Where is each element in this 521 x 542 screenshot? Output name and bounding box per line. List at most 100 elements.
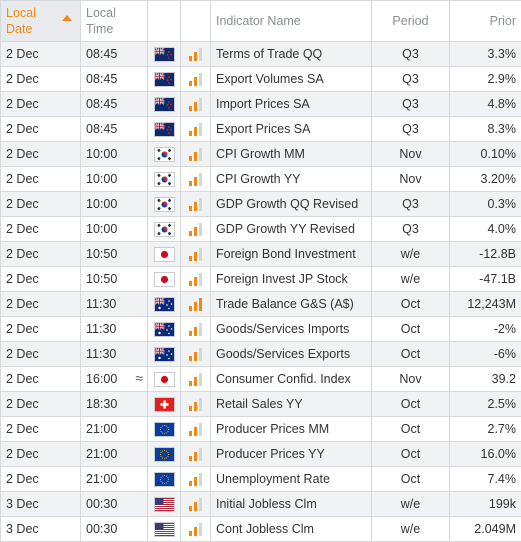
importance-bar	[194, 77, 197, 86]
indicator-name-cell[interactable]: Unemployment Rate	[211, 467, 372, 492]
local-date-column-header[interactable]: Local Date	[1, 1, 81, 42]
indicator-name-cell[interactable]: Foreign Invest JP Stock	[211, 267, 372, 292]
table-row[interactable]: 2 Dec10:50Foreign Invest JP Stockw/e-47.…	[1, 267, 521, 292]
period-cell: Nov	[372, 367, 450, 392]
table-row[interactable]: 2 Dec08:45Export Volumes SAQ32.9%	[1, 67, 521, 92]
local-time-value: 10:00	[86, 222, 117, 236]
new-zealand-flag	[155, 73, 174, 86]
south-korea-flag	[155, 148, 174, 161]
indicator-name-cell[interactable]: Terms of Trade QQ	[211, 42, 372, 67]
prior-cell: 16.0%	[450, 442, 521, 467]
indicator-name-cell[interactable]: Retail Sales YY	[211, 392, 372, 417]
indicator-name-cell[interactable]: Trade Balance G&S (A$)	[211, 292, 372, 317]
importance-cell	[181, 517, 211, 542]
table-row[interactable]: 2 Dec11:30Trade Balance G&S (A$)Oct12,24…	[1, 292, 521, 317]
country-cell	[148, 217, 181, 242]
indicator-name-cell[interactable]: Goods/Services Imports	[211, 317, 372, 342]
period-cell: w/e	[372, 492, 450, 517]
table-row[interactable]: 2 Dec21:00Producer Prices YYOct16.0%	[1, 442, 521, 467]
indicator-name-cell[interactable]: GDP Growth QQ Revised	[211, 192, 372, 217]
table-row[interactable]: 2 Dec10:00CPI Growth MMNov0.10%	[1, 142, 521, 167]
importance-bar	[194, 327, 197, 336]
table-row[interactable]: 2 Dec08:45Export Prices SAQ38.3%	[1, 117, 521, 142]
table-row[interactable]: 2 Dec10:50Foreign Bond Investmentw/e-12.…	[1, 242, 521, 267]
importance-bar	[194, 52, 197, 61]
local-date-cell: 2 Dec	[1, 67, 81, 92]
prior-cell: 39.2	[450, 367, 521, 392]
indicator-name-cell[interactable]: Producer Prices MM	[211, 417, 372, 442]
table-row[interactable]: 3 Dec00:30Cont Jobless Clmw/e2.049M	[1, 517, 521, 542]
local-time-value: 21:00	[86, 422, 117, 436]
prior-column-header[interactable]: Prior	[450, 1, 521, 42]
indicator-name-cell[interactable]: CPI Growth YY	[211, 167, 372, 192]
indicator-name-cell[interactable]: Initial Jobless Clm	[211, 492, 372, 517]
local-time-value: 10:00	[86, 172, 117, 186]
indicator-name-cell[interactable]: GDP Growth YY Revised	[211, 217, 372, 242]
local-date-cell: 2 Dec	[1, 142, 81, 167]
signal-bars-icon	[189, 472, 202, 486]
prior-cell: 2.9%	[450, 67, 521, 92]
local-date-cell: 2 Dec	[1, 167, 81, 192]
prior-cell: -47.1B	[450, 267, 521, 292]
indicator-name-cell[interactable]: Export Prices SA	[211, 117, 372, 142]
importance-bar	[199, 523, 202, 536]
indicator-name-cell[interactable]: Import Prices SA	[211, 92, 372, 117]
new-zealand-flag	[155, 98, 174, 111]
importance-bar	[194, 102, 197, 111]
prior-cell: -6%	[450, 342, 521, 367]
importance-bar	[199, 373, 202, 386]
local-time-cell: 10:00	[81, 167, 148, 192]
indicator-name-cell[interactable]: Cont Jobless Clm	[211, 517, 372, 542]
prior-cell: 4.0%	[450, 217, 521, 242]
table-row[interactable]: 2 Dec10:00CPI Growth YYNov3.20%	[1, 167, 521, 192]
period-cell: Oct	[372, 392, 450, 417]
indicator-name-column-header[interactable]: Indicator Name	[211, 1, 372, 42]
local-date-cell: 2 Dec	[1, 192, 81, 217]
importance-cell	[181, 442, 211, 467]
local-time-value: 08:45	[86, 47, 117, 61]
signal-bars-icon	[189, 497, 202, 511]
importance-bar	[199, 198, 202, 211]
eurozone-flag	[155, 448, 174, 461]
period-column-header[interactable]: Period	[372, 1, 450, 42]
table-row[interactable]: 2 Dec21:00Producer Prices MMOct2.7%	[1, 417, 521, 442]
table-row[interactable]: 2 Dec11:30Goods/Services ExportsOct-6%	[1, 342, 521, 367]
indicator-name-cell[interactable]: Foreign Bond Investment	[211, 242, 372, 267]
local-date-cell: 2 Dec	[1, 342, 81, 367]
period-cell: Nov	[372, 167, 450, 192]
indicator-name-cell[interactable]: Producer Prices YY	[211, 442, 372, 467]
prior-cell: 3.3%	[450, 42, 521, 67]
table-row[interactable]: 2 Dec08:45Import Prices SAQ34.8%	[1, 92, 521, 117]
table-row[interactable]: 2 Dec10:00GDP Growth YY RevisedQ34.0%	[1, 217, 521, 242]
local-date-cell: 2 Dec	[1, 317, 81, 342]
table-row[interactable]: 3 Dec00:30Initial Jobless Clmw/e199k	[1, 492, 521, 517]
japan-flag	[155, 248, 174, 261]
signal-bars-icon	[189, 97, 202, 111]
importance-bar	[189, 431, 192, 436]
importance-bar	[194, 227, 197, 236]
indicator-name-cell[interactable]: Consumer Confid. Index	[211, 367, 372, 392]
table-row[interactable]: 2 Dec16:00≈Consumer Confid. IndexNov39.2	[1, 367, 521, 392]
signal-bars-icon	[189, 197, 202, 211]
period-cell: Oct	[372, 342, 450, 367]
table-row[interactable]: 2 Dec21:00Unemployment RateOct7.4%	[1, 467, 521, 492]
table-row[interactable]: 2 Dec11:30Goods/Services ImportsOct-2%	[1, 317, 521, 342]
south-korea-flag	[155, 223, 174, 236]
table-row[interactable]: 2 Dec10:00GDP Growth QQ RevisedQ30.3%	[1, 192, 521, 217]
table-row[interactable]: 2 Dec18:30Retail Sales YYOct2.5%	[1, 392, 521, 417]
local-time-value: 21:00	[86, 447, 117, 461]
local-time-column-header[interactable]: Local Time	[81, 1, 148, 42]
indicator-name-cell[interactable]: Export Volumes SA	[211, 67, 372, 92]
importance-cell	[181, 492, 211, 517]
local-time-cell: 08:45	[81, 117, 148, 142]
local-time-cell: 11:30	[81, 317, 148, 342]
period-cell: Oct	[372, 467, 450, 492]
importance-bar	[189, 281, 192, 286]
importance-cell	[181, 267, 211, 292]
local-time-cell: 16:00≈	[81, 367, 148, 392]
indicator-name-cell[interactable]: Goods/Services Exports	[211, 342, 372, 367]
table-row[interactable]: 2 Dec08:45Terms of Trade QQQ33.3%	[1, 42, 521, 67]
local-time-cell: 00:30	[81, 517, 148, 542]
importance-bar	[194, 152, 197, 161]
indicator-name-cell[interactable]: CPI Growth MM	[211, 142, 372, 167]
